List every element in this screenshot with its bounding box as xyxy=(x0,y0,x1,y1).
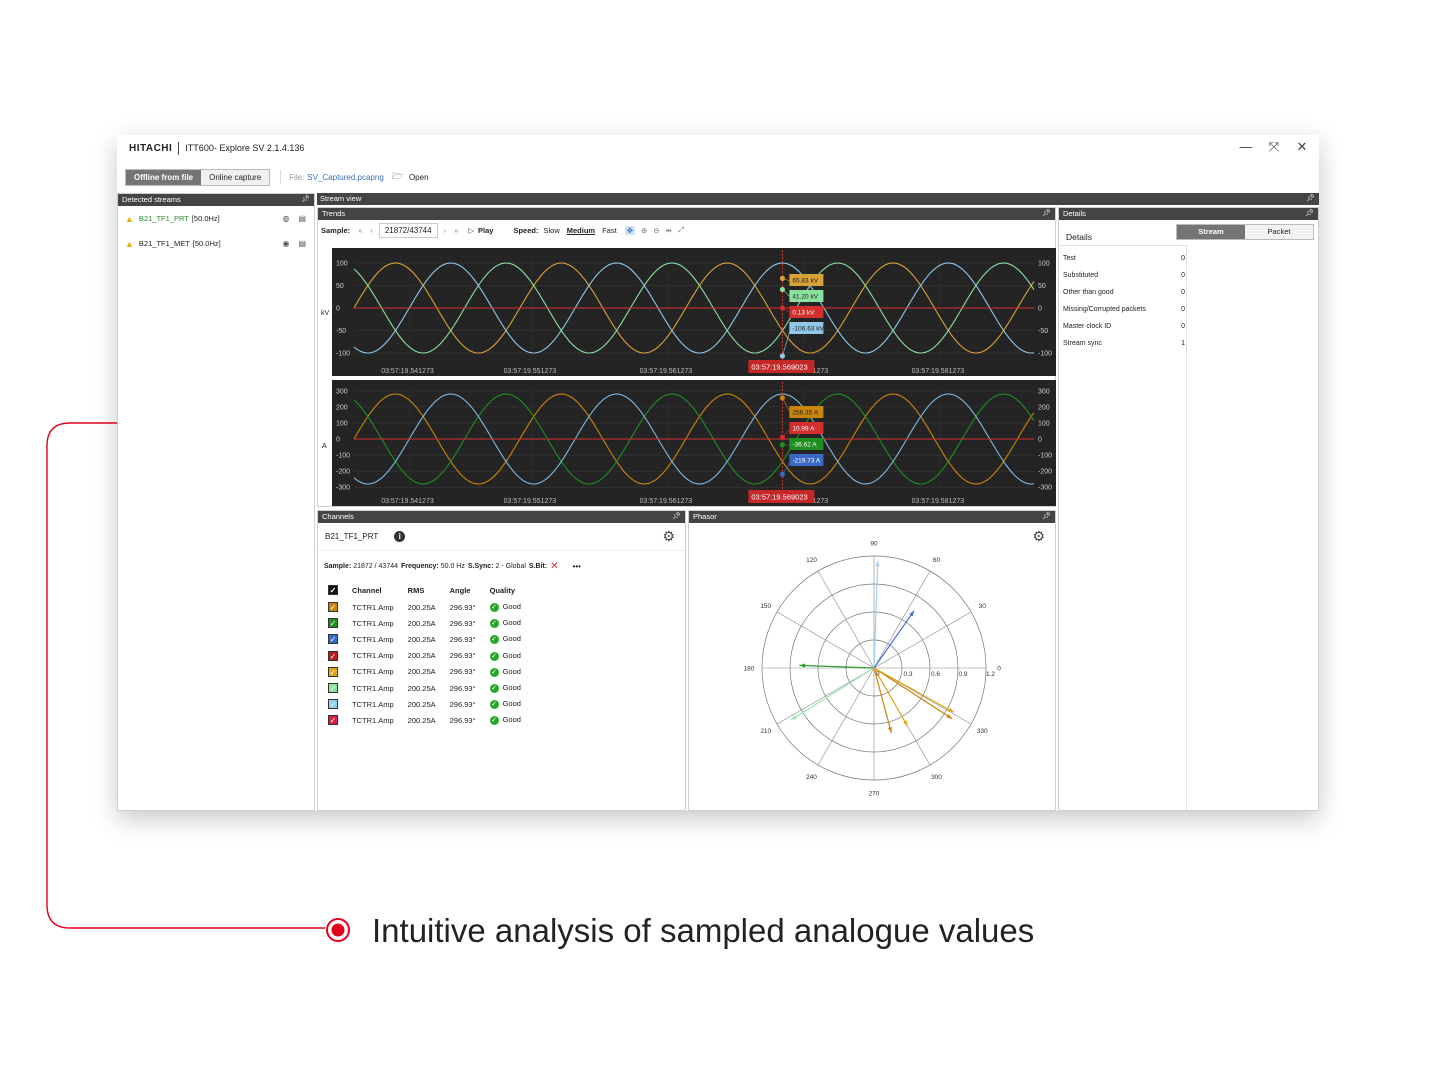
tagline: Intuitive analysis of sampled analogue v… xyxy=(372,912,1035,949)
callout-dot-inner xyxy=(331,923,345,937)
